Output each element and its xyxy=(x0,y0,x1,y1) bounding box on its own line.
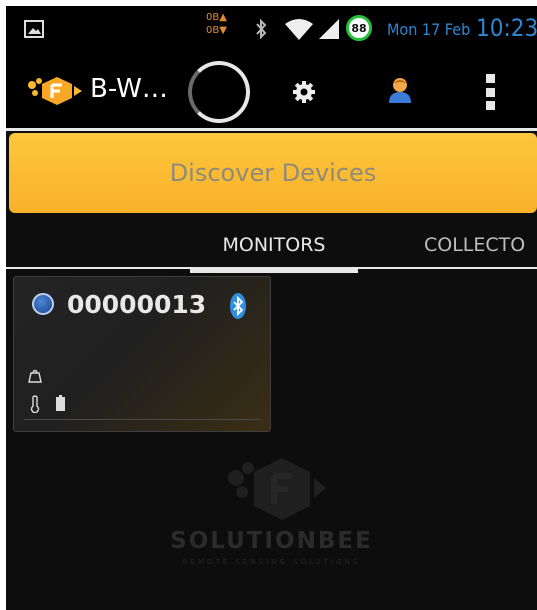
app-logo[interactable] xyxy=(26,76,84,106)
device-status-indicator xyxy=(32,293,54,315)
menu-dot xyxy=(486,74,495,83)
tab-monitors[interactable]: MONITORS xyxy=(190,221,358,273)
cell-signal-icon xyxy=(319,19,339,39)
app-screen: 0B▲ 0B▼ 88 Mon 17 Feb 10:23 B-W… Discove… xyxy=(6,6,537,610)
wifi-icon xyxy=(285,19,313,40)
device-card[interactable]: 00000013 xyxy=(13,276,271,432)
battery-level-badge: 88 xyxy=(346,15,372,41)
tab-collectors[interactable]: COLLECTO xyxy=(424,221,537,269)
data-traffic-indicator: 0B▲ 0B▼ xyxy=(206,11,227,37)
weight-icon xyxy=(28,369,42,383)
user-icon[interactable] xyxy=(386,76,414,104)
status-date: Mon 17 Feb xyxy=(387,20,471,39)
data-down-text: 0B▼ xyxy=(206,25,227,36)
menu-dot xyxy=(486,101,495,110)
watermark-tagline: REMOTE SENSING SOLUTIONS xyxy=(182,558,361,566)
status-time: 10:23 xyxy=(476,14,537,42)
battery-icon xyxy=(56,395,65,411)
thermometer-icon xyxy=(30,395,40,413)
action-bar: B-W… xyxy=(6,52,537,131)
discover-devices-button[interactable]: Discover Devices xyxy=(9,133,537,213)
status-bar: 0B▲ 0B▼ 88 Mon 17 Feb 10:23 xyxy=(6,6,537,52)
overflow-menu-icon[interactable] xyxy=(486,74,498,110)
data-up-text: 0B▲ xyxy=(206,12,227,23)
loading-spinner xyxy=(188,61,250,123)
app-title: B-W… xyxy=(90,74,168,104)
bluetooth-icon xyxy=(230,293,246,319)
tab-bar: MONITORS COLLECTO xyxy=(6,221,537,273)
gear-icon[interactable] xyxy=(292,80,316,104)
card-divider xyxy=(24,419,260,420)
image-notification-icon xyxy=(24,20,44,38)
bluetooth-icon xyxy=(256,18,267,40)
menu-dot xyxy=(486,87,495,97)
tabs-divider xyxy=(6,267,537,269)
watermark-text: SOLUTIONBEE xyxy=(170,528,373,554)
device-id: 00000013 xyxy=(67,290,207,319)
